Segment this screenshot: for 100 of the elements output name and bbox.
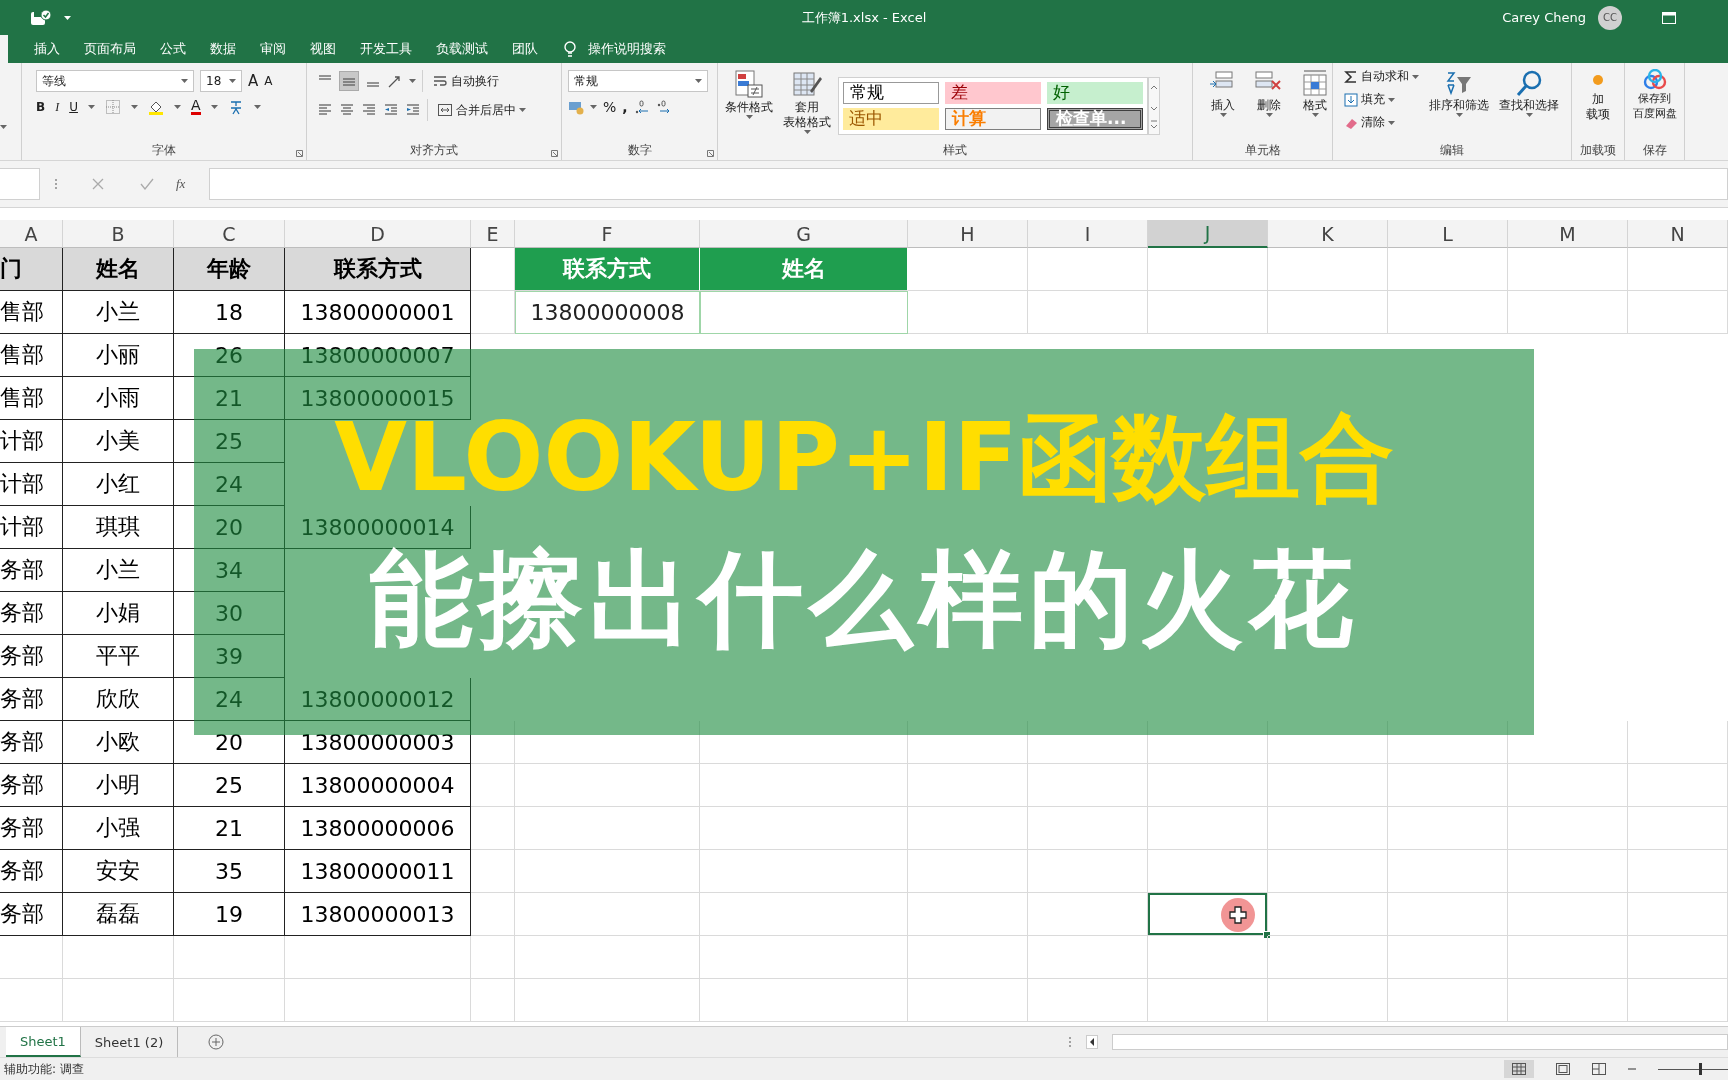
scroll-left-icon[interactable] bbox=[1086, 1035, 1098, 1049]
caret-icon[interactable] bbox=[1388, 120, 1395, 125]
more-icon[interactable] bbox=[1068, 1036, 1072, 1048]
empty-cell[interactable] bbox=[1508, 807, 1628, 850]
selected-cell[interactable] bbox=[1148, 893, 1268, 936]
caret-icon[interactable] bbox=[173, 105, 181, 109]
font-color-button[interactable]: A bbox=[190, 99, 201, 115]
empty-cell[interactable] bbox=[1028, 807, 1148, 850]
merge-center-button[interactable]: 合并后居中 bbox=[434, 100, 529, 120]
ribbon-tab[interactable]: 插入 bbox=[22, 34, 72, 64]
empty-cell[interactable] bbox=[471, 936, 515, 979]
caret-icon[interactable] bbox=[1388, 97, 1395, 102]
horizontal-scrollbar[interactable] bbox=[1112, 1034, 1728, 1050]
empty-cell[interactable] bbox=[1388, 807, 1508, 850]
empty-cell[interactable] bbox=[471, 807, 515, 850]
caret-icon[interactable] bbox=[590, 105, 597, 109]
empty-cell[interactable] bbox=[285, 936, 471, 979]
empty-cell[interactable] bbox=[1028, 721, 1148, 764]
merge-cells-icon[interactable] bbox=[437, 102, 453, 118]
empty-cell[interactable] bbox=[700, 893, 908, 936]
caret-icon[interactable] bbox=[87, 105, 95, 109]
page-break-icon[interactable] bbox=[1592, 1063, 1606, 1075]
empty-cell[interactable] bbox=[1388, 721, 1508, 764]
empty-cell[interactable] bbox=[700, 850, 908, 893]
empty-cell[interactable] bbox=[1388, 893, 1508, 936]
cell-style[interactable]: 常规 bbox=[843, 81, 939, 104]
empty-cell[interactable] bbox=[908, 721, 1028, 764]
cell-style[interactable]: 适中 bbox=[843, 107, 939, 130]
increase-indent-icon[interactable] bbox=[405, 102, 421, 118]
empty-cell[interactable] bbox=[174, 936, 285, 979]
tell-me-search[interactable]: 操作说明搜索 bbox=[576, 34, 678, 64]
empty-cell[interactable] bbox=[1028, 936, 1148, 979]
column-header[interactable]: H bbox=[908, 220, 1028, 248]
caret-icon[interactable] bbox=[1265, 113, 1273, 117]
empty-cell[interactable] bbox=[1268, 721, 1388, 764]
user-avatar[interactable]: CC bbox=[1598, 5, 1622, 30]
bold-button[interactable]: B bbox=[36, 100, 46, 114]
column-header[interactable]: L bbox=[1388, 220, 1508, 248]
restore-icon[interactable] bbox=[1662, 11, 1676, 24]
empty-cell[interactable] bbox=[908, 764, 1028, 807]
autosum-button[interactable]: 自动求和 bbox=[1341, 67, 1422, 86]
gallery-scroll-icon[interactable] bbox=[1148, 76, 1160, 135]
empty-cell[interactable] bbox=[1628, 248, 1728, 291]
comma-button[interactable]: , bbox=[622, 99, 628, 115]
decrease-decimal-icon[interactable] bbox=[655, 99, 672, 115]
tab-edge[interactable] bbox=[0, 35, 8, 63]
ribbon-tab[interactable]: 数据 bbox=[198, 34, 248, 64]
sort-filter-button[interactable]: 排序和筛选 bbox=[1426, 67, 1492, 142]
cell-style[interactable]: 好 bbox=[1047, 81, 1143, 104]
caret-icon[interactable] bbox=[64, 15, 71, 20]
empty-cell[interactable] bbox=[1028, 850, 1148, 893]
empty-cell[interactable] bbox=[1628, 721, 1728, 764]
page-layout-icon[interactable] bbox=[1556, 1063, 1570, 1075]
empty-cell[interactable] bbox=[1628, 979, 1728, 1022]
empty-cell[interactable] bbox=[1628, 291, 1728, 334]
empty-cell[interactable] bbox=[908, 850, 1028, 893]
ribbon-tab[interactable]: 开发工具 bbox=[348, 34, 424, 64]
empty-cell[interactable] bbox=[1148, 979, 1268, 1022]
column-header[interactable]: C bbox=[174, 220, 285, 248]
ribbon-tab[interactable]: 审阅 bbox=[248, 34, 298, 64]
font-size-dropdown[interactable]: 18 bbox=[200, 70, 242, 92]
empty-cell[interactable] bbox=[1028, 248, 1148, 291]
normal-view-icon[interactable] bbox=[1512, 1063, 1526, 1075]
cancel-icon[interactable] bbox=[92, 178, 104, 190]
empty-cell[interactable] bbox=[700, 979, 908, 1022]
cell-style[interactable]: 差 bbox=[945, 81, 1041, 104]
empty-cell[interactable] bbox=[1628, 936, 1728, 979]
empty-cell[interactable] bbox=[1508, 850, 1628, 893]
empty-cell[interactable] bbox=[1628, 893, 1728, 936]
empty-cell[interactable] bbox=[1508, 936, 1628, 979]
empty-cell[interactable] bbox=[515, 807, 700, 850]
empty-cell[interactable] bbox=[1388, 850, 1508, 893]
caret-icon[interactable] bbox=[695, 79, 702, 83]
caret-icon[interactable] bbox=[1219, 113, 1227, 117]
empty-cell[interactable] bbox=[1268, 807, 1388, 850]
caret-icon[interactable] bbox=[130, 105, 138, 109]
shrink-font-button[interactable]: A bbox=[264, 74, 273, 88]
caret-icon[interactable] bbox=[0, 124, 7, 129]
empty-cell[interactable] bbox=[1508, 721, 1628, 764]
italic-button[interactable]: I bbox=[55, 99, 60, 115]
dialog-launcher-icon[interactable] bbox=[707, 150, 714, 157]
more-icon[interactable] bbox=[54, 178, 58, 190]
save-to-cloud-button[interactable]: 保存到 百度网盘 bbox=[1629, 67, 1680, 142]
caret-icon[interactable] bbox=[1525, 113, 1533, 117]
empty-cell[interactable] bbox=[515, 979, 700, 1022]
column-header[interactable]: E bbox=[471, 220, 515, 248]
empty-cell[interactable] bbox=[285, 979, 471, 1022]
empty-cell[interactable] bbox=[700, 721, 908, 764]
empty-cell[interactable] bbox=[1148, 291, 1268, 334]
column-header[interactable]: M bbox=[1508, 220, 1628, 248]
accessibility-status[interactable]: 辅助功能: 调查 bbox=[4, 1060, 84, 1078]
column-header[interactable]: J bbox=[1148, 220, 1268, 248]
fill-button[interactable]: 填充 bbox=[1341, 90, 1422, 109]
empty-cell[interactable] bbox=[515, 721, 700, 764]
fill-color-icon[interactable] bbox=[147, 99, 164, 115]
empty-cell[interactable] bbox=[63, 936, 174, 979]
add-sheet-icon[interactable] bbox=[208, 1034, 225, 1050]
empty-cell[interactable] bbox=[1268, 936, 1388, 979]
conditional-format-button[interactable]: 条件格式 bbox=[722, 67, 776, 142]
empty-cell[interactable] bbox=[908, 893, 1028, 936]
